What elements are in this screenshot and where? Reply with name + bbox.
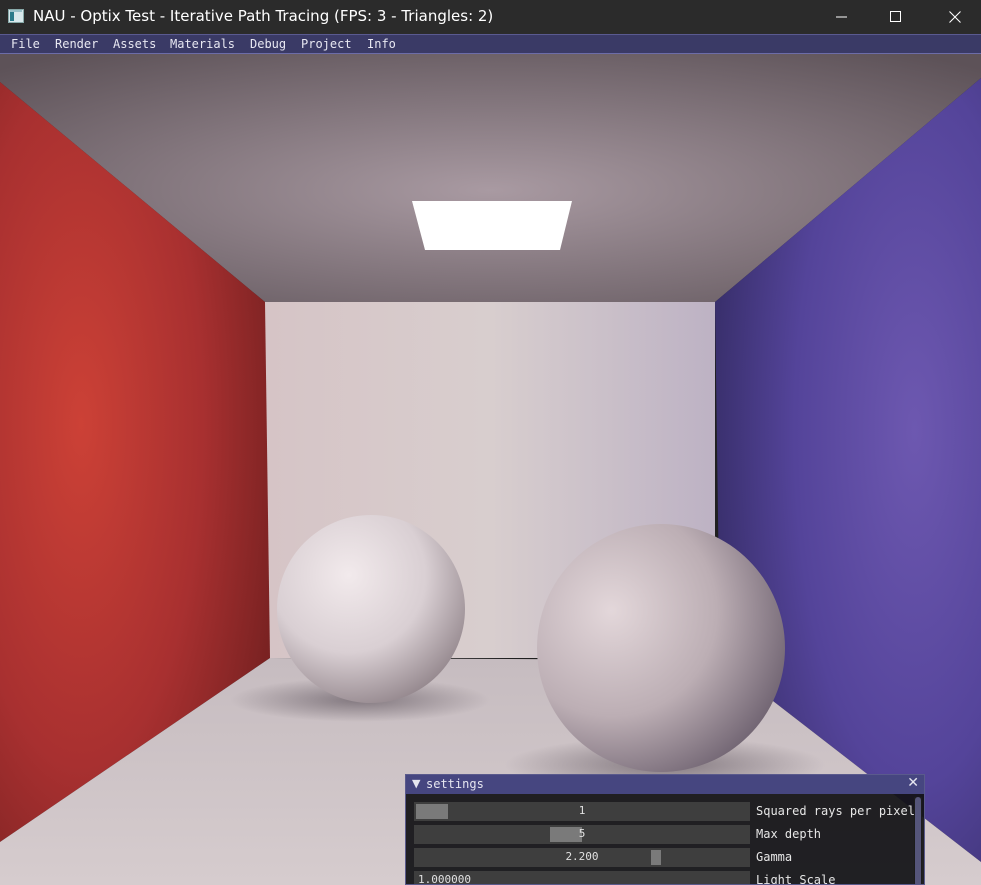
- menu-project[interactable]: Project: [301, 37, 352, 51]
- maximize-button[interactable]: [873, 0, 919, 34]
- slider-value: 1: [578, 804, 586, 817]
- menu-info[interactable]: Info: [367, 37, 396, 51]
- maximize-icon: [890, 11, 901, 22]
- slider-value: 5: [578, 827, 586, 840]
- slider-value: 1.000000: [418, 873, 471, 885]
- slider-label: Squared rays per pixel: [756, 804, 915, 818]
- cornell-box-render: [0, 54, 981, 885]
- close-button[interactable]: [932, 0, 978, 34]
- settings-row: 1.000000 Light Scale: [414, 871, 914, 885]
- menu-debug[interactable]: Debug: [250, 37, 286, 51]
- scrollbar-thumb[interactable]: [915, 797, 921, 884]
- ceiling-light: [412, 201, 572, 250]
- settings-scrollbar[interactable]: [914, 797, 922, 884]
- minimize-icon: [836, 16, 847, 18]
- max-depth-slider[interactable]: 5: [414, 825, 750, 844]
- light-scale-input[interactable]: 1.000000: [414, 871, 750, 884]
- sphere-right: [537, 524, 785, 772]
- slider-label: Max depth: [756, 827, 822, 841]
- menu-file[interactable]: File: [11, 37, 40, 51]
- settings-row: 1 Squared rays per pixel: [414, 802, 915, 821]
- settings-row: 5 Max depth: [414, 825, 914, 844]
- settings-title: settings: [426, 777, 484, 791]
- close-icon: [949, 11, 961, 23]
- slider-label: Gamma: [756, 850, 793, 864]
- menu-render[interactable]: Render: [55, 37, 98, 51]
- settings-titlebar[interactable]: ▼ settings ✕: [406, 775, 924, 794]
- menu-materials[interactable]: Materials: [170, 37, 235, 51]
- settings-panel: ▼ settings ✕ 1 Squared rays per pixel 5 …: [405, 774, 925, 885]
- render-viewport[interactable]: [0, 54, 981, 885]
- settings-row: 2.200 Gamma: [414, 848, 914, 867]
- window-title: NAU - Optix Test - Iterative Path Tracin…: [33, 7, 494, 25]
- sphere-left: [277, 515, 465, 703]
- minimize-button[interactable]: [819, 0, 865, 34]
- window-titlebar: NAU - Optix Test - Iterative Path Tracin…: [0, 0, 981, 34]
- menu-assets[interactable]: Assets: [113, 37, 156, 51]
- rays-per-pixel-slider[interactable]: 1: [414, 802, 750, 821]
- panel-close-icon[interactable]: ✕: [907, 775, 919, 791]
- menu-bar: File Render Assets Materials Debug Proje…: [0, 34, 981, 54]
- collapse-arrow-icon[interactable]: ▼: [412, 777, 420, 790]
- slider-value: 2.200: [565, 850, 599, 863]
- slider-label: Light Scale: [756, 873, 836, 885]
- app-window-icon: [8, 9, 24, 23]
- gamma-slider[interactable]: 2.200: [414, 848, 750, 867]
